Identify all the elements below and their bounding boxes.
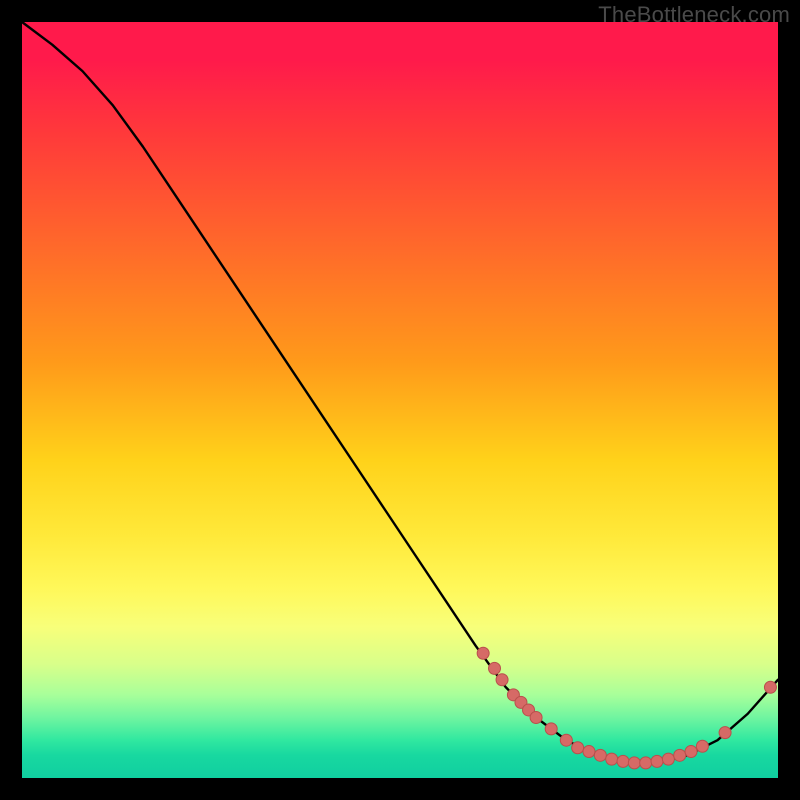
curve-marker bbox=[583, 746, 595, 758]
curve-marker bbox=[640, 757, 652, 769]
bottleneck-curve bbox=[22, 22, 778, 763]
curve-marker bbox=[489, 662, 501, 674]
curve-marker bbox=[606, 753, 618, 765]
chart-stage: TheBottleneck.com bbox=[0, 0, 800, 800]
chart-overlay-svg bbox=[22, 22, 778, 778]
curve-marker bbox=[628, 757, 640, 769]
curve-marker bbox=[674, 749, 686, 761]
curve-marker bbox=[617, 755, 629, 767]
curve-marker bbox=[496, 674, 508, 686]
curve-marker bbox=[477, 647, 489, 659]
curve-marker bbox=[651, 755, 663, 767]
curve-marker bbox=[685, 746, 697, 758]
curve-markers bbox=[477, 647, 776, 769]
curve-marker bbox=[560, 734, 572, 746]
curve-marker bbox=[719, 727, 731, 739]
curve-marker bbox=[764, 681, 776, 693]
curve-marker bbox=[696, 740, 708, 752]
curve-marker bbox=[662, 753, 674, 765]
curve-marker bbox=[530, 712, 542, 724]
curve-marker bbox=[594, 749, 606, 761]
curve-marker bbox=[572, 742, 584, 754]
curve-marker bbox=[545, 723, 557, 735]
